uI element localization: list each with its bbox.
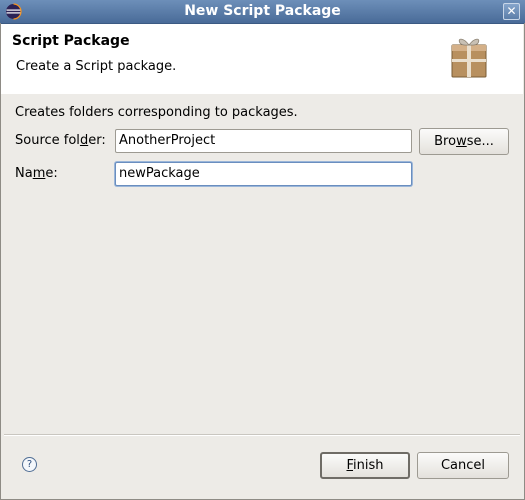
info-message: Creates folders corresponding to package… (15, 105, 298, 120)
source-folder-label-part: er: (88, 133, 106, 148)
source-folder-field[interactable]: AnotherProject (115, 129, 412, 153)
package-name-field[interactable]: newPackage (115, 162, 412, 186)
window-frame (0, 23, 1, 500)
name-label-part: Na (15, 166, 33, 181)
dialog-window: New Script Package ✕ Script Package Crea… (0, 0, 525, 500)
name-label: Name: (15, 166, 58, 181)
name-mnemonic: m (32, 166, 46, 181)
finish-label-part: inish (353, 458, 384, 473)
source-folder-mnemonic: d (79, 133, 89, 148)
banner-separator (1, 93, 523, 94)
help-icon[interactable]: ? (22, 457, 37, 472)
source-folder-label: Source folder: (15, 133, 106, 148)
name-label-part: e: (45, 166, 58, 181)
banner-title: Script Package (12, 33, 130, 49)
cancel-button[interactable]: Cancel (417, 452, 509, 479)
browse-label-part: Bro (434, 134, 457, 149)
source-folder-label-part: Source fol (15, 133, 80, 148)
browse-mnemonic: w (456, 134, 467, 149)
browse-label-part: se... (466, 134, 494, 149)
banner-description: Create a Script package. (16, 59, 177, 74)
browse-button[interactable]: Browse... (419, 128, 509, 155)
footer-separator (4, 434, 520, 436)
wizard-banner: Script Package Create a Script package. (1, 24, 523, 94)
package-icon (451, 38, 487, 78)
title-bar[interactable]: New Script Package ✕ (0, 0, 525, 24)
window-title: New Script Package (184, 3, 341, 19)
close-button[interactable]: ✕ (503, 3, 520, 20)
finish-button[interactable]: Finish (320, 452, 410, 479)
